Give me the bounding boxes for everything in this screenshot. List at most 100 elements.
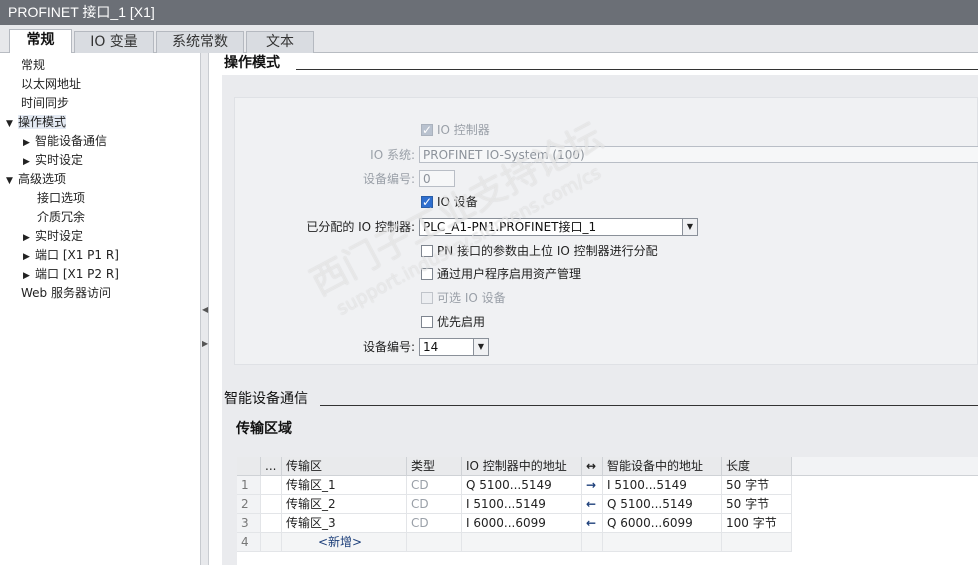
table-cell	[261, 495, 282, 514]
priority-startup-option[interactable]: 优先启用	[421, 313, 485, 331]
direction-arrow-icon[interactable]: →	[582, 476, 603, 495]
io-controller-checkbox	[421, 121, 433, 139]
expand-triangle-icon[interactable]: ▼	[6, 115, 18, 133]
nav-item-ethernet-address[interactable]: 以太网地址	[21, 75, 81, 93]
col-header-controller-address[interactable]: IO 控制器中的地址	[462, 457, 582, 476]
col-header-device-address[interactable]: 智能设备中的地址	[603, 457, 722, 476]
col-header-area[interactable]: 传输区	[282, 457, 407, 476]
add-transfer-area-button[interactable]: <新增>	[282, 533, 407, 552]
collapse-triangle-icon[interactable]: ▶	[23, 248, 35, 266]
transfer-length[interactable]: 50 字节	[722, 476, 792, 495]
col-header-type[interactable]: 类型	[407, 457, 462, 476]
col-header-direction[interactable]: ↔	[582, 457, 603, 476]
collapse-triangle-icon[interactable]: ▶	[23, 267, 35, 285]
nav-tree: 常规 以太网地址 时间同步 ▼ 操作模式 ▶ 智能设备通信 ▶ 实时设定 ▼ 高级选项 …	[0, 53, 201, 565]
dropdown-arrow-icon[interactable]: ▼	[473, 339, 488, 355]
section-divider	[320, 405, 978, 406]
table-cell	[261, 533, 282, 552]
tab-bar: 常规 IO 变量 系统常数 文本	[0, 25, 978, 54]
tab-texts[interactable]: 文本	[246, 31, 314, 53]
content-area: 操作模式 IO 控制器 IO 系统: PROFINET IO-System (1…	[210, 53, 978, 565]
device-number2-value: 14	[423, 340, 439, 354]
assigned-controller-value: PLC_A1-PN1.PROFINET接口_1	[423, 220, 597, 234]
collapse-triangle-icon[interactable]: ▶	[23, 134, 35, 152]
dropdown-arrow-icon[interactable]: ▼	[682, 219, 697, 235]
expand-triangle-icon[interactable]: ▼	[6, 172, 18, 190]
transfer-area-type[interactable]: CD	[407, 514, 462, 533]
direction-arrow-icon[interactable]: ←	[582, 514, 603, 533]
transfer-area-table: ... 传输区 类型 IO 控制器中的地址 ↔ 智能设备中的地址 长度 1 传输…	[237, 457, 978, 565]
device-address[interactable]: I 5100...5149	[603, 476, 722, 495]
table-cell	[261, 476, 282, 495]
nav-item-operation-mode[interactable]: ▼ 操作模式	[6, 113, 67, 133]
optional-device-checkbox	[421, 292, 433, 304]
nav-item-port-p1[interactable]: ▶ 端口 [X1 P1 R]	[23, 246, 119, 264]
nav-item-port-p2[interactable]: ▶ 端口 [X1 P2 R]	[23, 265, 119, 283]
table-cell	[462, 533, 582, 552]
tab-io-tags[interactable]: IO 变量	[74, 31, 154, 53]
collapse-left-icon[interactable]: ◀	[202, 305, 208, 314]
nav-item-label: 操作模式	[18, 115, 67, 129]
priority-startup-label: 优先启用	[437, 315, 486, 329]
nav-item-label: 端口 [X1 P2 R]	[35, 267, 119, 281]
io-device-option[interactable]: IO 设备	[421, 193, 478, 211]
nav-item-time-sync[interactable]: 时间同步	[21, 94, 69, 112]
col-header-num	[237, 457, 261, 476]
nav-item-label: 实时设定	[35, 153, 84, 167]
io-system-field: PROFINET IO-System (100)	[419, 146, 978, 163]
transfer-area-name[interactable]: 传输区_2	[282, 495, 407, 514]
col-header-length[interactable]: 长度	[722, 457, 792, 476]
controller-address[interactable]: Q 5100...5149	[462, 476, 582, 495]
expand-right-icon[interactable]: ▶	[202, 339, 208, 348]
nav-item-web-server[interactable]: Web 服务器访问	[21, 284, 111, 302]
device-address[interactable]: Q 6000...6099	[603, 514, 722, 533]
collapse-triangle-icon[interactable]: ▶	[23, 153, 35, 171]
priority-startup-checkbox[interactable]	[421, 316, 433, 328]
transfer-area-type[interactable]: CD	[407, 476, 462, 495]
transfer-length[interactable]: 100 字节	[722, 514, 792, 533]
transfer-area-name[interactable]: 传输区_3	[282, 514, 407, 533]
nav-item-realtime-1[interactable]: ▶ 实时设定	[23, 151, 83, 169]
nav-item-advanced[interactable]: ▼ 高级选项	[6, 170, 66, 188]
transfer-length[interactable]: 50 字节	[722, 495, 792, 514]
assigned-controller-select[interactable]: PLC_A1-PN1.PROFINET接口_1 ▼	[419, 218, 698, 236]
pn-params-checkbox[interactable]	[421, 245, 433, 257]
controller-address[interactable]: I 5100...5149	[462, 495, 582, 514]
nav-item-label: Web 服务器访问	[21, 286, 111, 300]
transfer-area-name[interactable]: 传输区_1	[282, 476, 407, 495]
nav-item-label: 以太网地址	[21, 77, 82, 91]
nav-item-media-redundancy[interactable]: 介质冗余	[37, 208, 85, 226]
transfer-area-type[interactable]: CD	[407, 495, 462, 514]
asset-mgmt-option[interactable]: 通过用户程序启用资产管理	[421, 265, 581, 283]
nav-item-general[interactable]: 常规	[21, 56, 45, 74]
nav-item-idevice-comm[interactable]: ▶ 智能设备通信	[23, 132, 107, 150]
controller-address[interactable]: I 6000...6099	[462, 514, 582, 533]
table-cell	[722, 533, 792, 552]
device-number-field: 0	[419, 170, 455, 187]
asset-mgmt-checkbox[interactable]	[421, 268, 433, 280]
nav-item-label: 常规	[21, 58, 46, 72]
io-device-label: IO 设备	[437, 195, 478, 209]
io-system-label: IO 系统:	[370, 148, 415, 162]
col-header-dots[interactable]: ...	[261, 457, 282, 476]
device-number-select[interactable]: 14 ▼	[419, 338, 489, 356]
table-cell	[261, 514, 282, 533]
window-title: PROFINET 接口_1 [X1]	[0, 0, 978, 25]
row-number: 1	[237, 476, 261, 495]
nav-item-interface-options[interactable]: 接口选项	[37, 189, 85, 207]
tab-general[interactable]: 常规	[9, 29, 72, 54]
io-device-checkbox[interactable]	[421, 193, 433, 211]
pn-params-option[interactable]: PN 接口的参数由上位 IO 控制器进行分配	[421, 242, 658, 260]
row-number: 2	[237, 495, 261, 514]
device-address[interactable]: Q 5100...5149	[603, 495, 722, 514]
table-cell	[582, 533, 603, 552]
section-divider	[296, 69, 978, 70]
collapse-triangle-icon[interactable]: ▶	[23, 229, 35, 247]
direction-arrow-icon[interactable]: ←	[582, 495, 603, 514]
tab-system-constants[interactable]: 系统常数	[156, 31, 244, 53]
transfer-area-title: 传输区域	[236, 421, 292, 437]
nav-item-label: 接口选项	[37, 191, 86, 205]
nav-item-label: 端口 [X1 P1 R]	[35, 248, 119, 262]
panel-splitter[interactable]: ◀ ▶	[201, 53, 209, 565]
nav-item-realtime-2[interactable]: ▶ 实时设定	[23, 227, 83, 245]
